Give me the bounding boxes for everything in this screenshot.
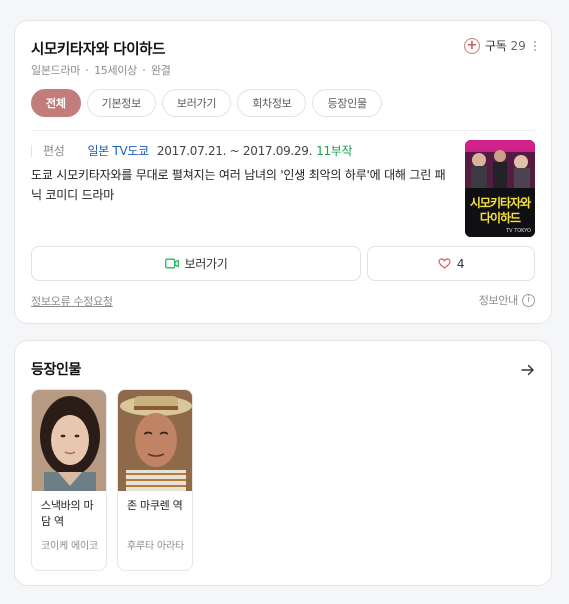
subscriber-count: 29: [510, 38, 526, 53]
plus-circle-icon: +: [464, 37, 480, 54]
poster-image[interactable]: 시모키타자와 다이하드 TV TOKYO: [465, 140, 535, 237]
heart-icon: [438, 258, 451, 269]
tab-characters[interactable]: 등장인물: [312, 89, 382, 117]
info-icon: i: [522, 293, 535, 307]
arrow-right-icon[interactable]: [521, 361, 535, 380]
cast-role: 존 마쿠렌 역: [127, 499, 183, 512]
airing-label: 편성: [43, 144, 65, 158]
watch-button-label: 보러가기: [184, 257, 228, 271]
tab-watch[interactable]: 보러가기: [161, 89, 232, 117]
divider: [31, 130, 535, 131]
tab-basic-info[interactable]: 기본정보: [86, 89, 156, 117]
cast-photo: [32, 390, 106, 491]
cast-section-title: 등장인물: [31, 362, 81, 378]
broadcast-status-text: 완결: [150, 64, 171, 77]
drama-info-card: 시모키타자와 다이하드 일본드라마 15세이상 완결 + 구독 29 전체 기본…: [14, 20, 552, 324]
like-count: 4: [456, 256, 465, 271]
synopsis-text: 도쿄 시모키타자와를 무대로 펼쳐지는 여러 남녀의 '인생 최악의 하루'에 …: [31, 168, 446, 202]
poster-network-mark: TV TOKYO: [506, 228, 531, 234]
subscribe-button[interactable]: + 구독 29: [464, 37, 526, 54]
separator-dot: [86, 69, 89, 71]
cast-actor-name: 코이케 에이코: [41, 541, 98, 552]
episode-count: 11부작: [316, 144, 353, 158]
cast-role: 스낵바의 마담 역: [41, 499, 94, 528]
subscribe-label: 구독: [485, 39, 507, 53]
separator-dot: [142, 69, 145, 71]
like-button[interactable]: 4: [367, 246, 535, 281]
cast-photo: [118, 390, 192, 491]
drama-title[interactable]: 시모키타자와 다이하드: [31, 38, 165, 59]
airing-info: 편성 일본 TV도쿄 2017.07.21. ~ 2017.09.29. 11부…: [31, 142, 353, 159]
info-guide-link[interactable]: 정보안내 i: [479, 292, 535, 308]
airing-dates: 2017.07.21. ~ 2017.09.29.: [156, 143, 313, 158]
tab-episodes[interactable]: 회차정보: [237, 89, 307, 117]
info-guide-label: 정보안내: [478, 294, 519, 307]
more-options-icon[interactable]: [534, 41, 537, 51]
cast-item[interactable]: 존 마쿠렌 역 후루타 아라타: [117, 389, 193, 571]
network-link[interactable]: 일본 TV도쿄: [87, 142, 149, 159]
watch-button[interactable]: 보러가기: [31, 246, 361, 281]
poster-title: 시모키타자와 다이하드: [469, 196, 531, 225]
tab-all[interactable]: 전체: [31, 89, 81, 117]
report-error-link[interactable]: 정보오류 수정요청: [31, 293, 113, 309]
cast-item[interactable]: 스낵바의 마담 역 코이케 에이코: [31, 389, 107, 571]
cast-list: 스낵바의 마담 역 코이케 에이코 존 마쿠렌 역 후루타 아라타: [31, 389, 193, 571]
vertical-bar: [31, 144, 32, 157]
cast-card: 등장인물 스낵바의 마담 역 코이케 에이코 존 마쿠렌 역 후루타 아라타: [14, 340, 552, 586]
video-camera-icon: [164, 258, 179, 269]
tab-bar: 전체 기본정보 보러가기 회차정보 등장인물: [31, 89, 382, 117]
drama-meta: 일본드라마 15세이상 완결: [31, 62, 171, 78]
genre-text: 일본드라마: [31, 64, 81, 77]
cast-actor-name: 후루타 아라타: [127, 541, 184, 552]
age-rating-text: 15세이상: [94, 64, 137, 77]
